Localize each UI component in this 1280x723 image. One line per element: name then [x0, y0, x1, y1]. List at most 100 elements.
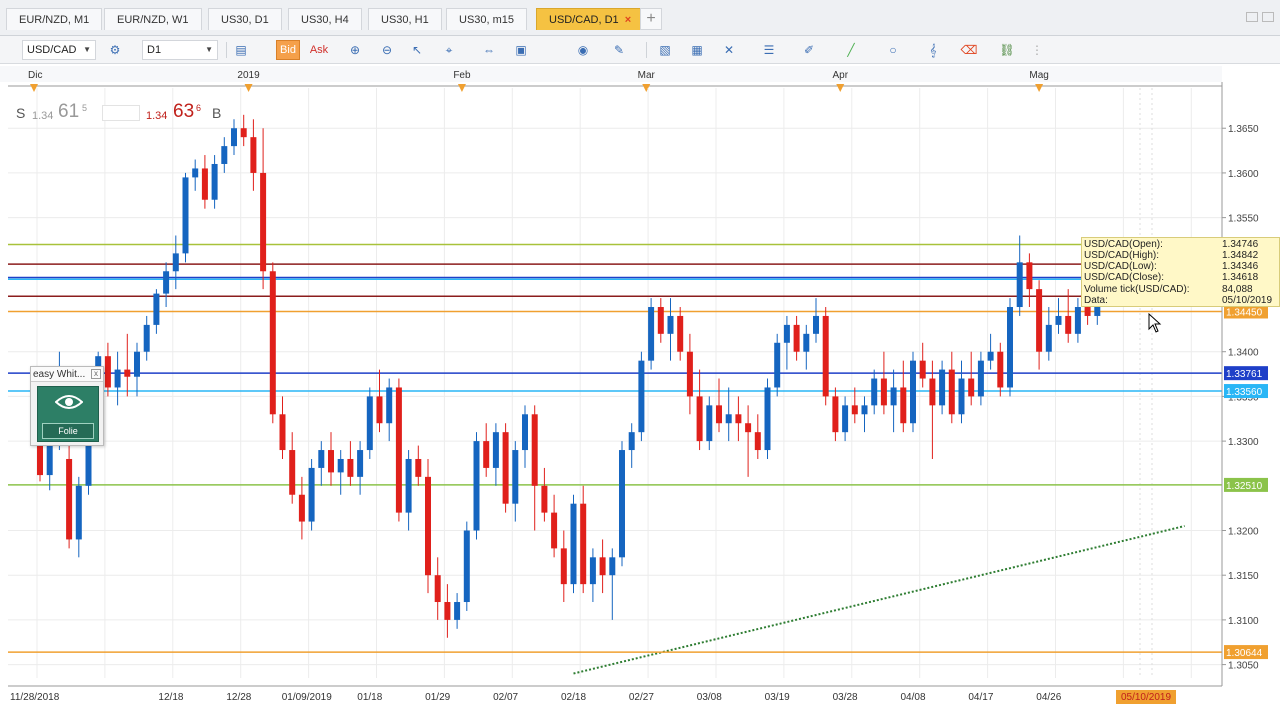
- crosshair-icon[interactable]: ⌖: [438, 40, 460, 60]
- candle-body: [454, 602, 461, 620]
- symbol-value: USD/CAD: [27, 44, 77, 56]
- maximize-window-icon[interactable]: [1262, 12, 1274, 22]
- candle-body: [560, 548, 567, 585]
- candle-body: [337, 458, 344, 473]
- indicators-icon[interactable]: ▦: [686, 40, 708, 60]
- sell-letter[interactable]: S: [16, 105, 25, 121]
- candle-body: [1084, 307, 1091, 316]
- candle-body: [279, 414, 286, 451]
- candle-body: [638, 360, 645, 433]
- price-tick-label: 1.3550: [1228, 214, 1259, 225]
- bottom-axis-label: 11/28/2018: [10, 692, 60, 703]
- tab-us30-h1[interactable]: US30, H1: [368, 8, 442, 30]
- period-separator-icon[interactable]: ⇔: [478, 40, 500, 60]
- candle-body: [1074, 307, 1081, 334]
- price-tick-label: 1.3200: [1228, 527, 1259, 538]
- close-tab-icon[interactable]: ×: [625, 14, 631, 26]
- trendline-icon[interactable]: ╱: [840, 40, 862, 60]
- close-icon[interactable]: x: [91, 369, 101, 379]
- eye-icon: [55, 395, 83, 409]
- candle-body: [706, 405, 713, 442]
- minimize-window-icon[interactable]: [1246, 12, 1258, 22]
- candle-body: [735, 414, 742, 424]
- chart-style-icon[interactable]: ▤: [230, 40, 252, 60]
- eraser-icon[interactable]: ⌫: [958, 40, 980, 60]
- tab-eurnzd-w1[interactable]: EUR/NZD, W1: [104, 8, 202, 30]
- candle-body: [968, 378, 975, 397]
- zoom-in-icon[interactable]: ⊕: [344, 40, 366, 60]
- candle-body: [599, 557, 606, 576]
- candle-body: [405, 458, 412, 513]
- widget-body: Folie: [37, 386, 99, 442]
- amount-field[interactable]: [102, 105, 140, 121]
- fibonacci-icon[interactable]: 𝄞: [922, 40, 944, 60]
- candle-body: [842, 405, 849, 433]
- more-icon[interactable]: ⋮: [1026, 40, 1048, 60]
- lines-icon[interactable]: ☰: [758, 40, 780, 60]
- tooltip-value: 1.34346: [1222, 261, 1259, 272]
- candle-body: [890, 387, 897, 406]
- candle-body: [696, 396, 703, 442]
- folie-button[interactable]: Folie: [42, 423, 94, 439]
- tab-us30-h4[interactable]: US30, H4: [288, 8, 362, 30]
- drawing-icon[interactable]: ✐: [798, 40, 820, 60]
- candle-body: [260, 172, 267, 272]
- price-chart[interactable]: Dic 2019 Feb Mar Apr Mag 1.3650 1.3600 1.3550 1.3…: [0, 66, 1280, 720]
- candle-body: [589, 557, 596, 585]
- chart-type-icon[interactable]: ⚙: [104, 40, 126, 60]
- candle-body: [250, 137, 257, 173]
- candle-body: [1055, 315, 1062, 325]
- bottom-axis-label: 03/08: [697, 692, 722, 703]
- candle-body: [783, 324, 790, 343]
- pencil-icon[interactable]: ✎: [608, 40, 630, 60]
- candle-body: [308, 467, 315, 522]
- candle-body: [648, 307, 655, 361]
- top-axis-label: Apr: [832, 70, 848, 81]
- buy-letter[interactable]: B: [212, 105, 221, 121]
- candle-body: [386, 387, 393, 424]
- sell-big[interactable]: 61: [58, 101, 79, 123]
- tab-us30-d1[interactable]: US30, D1: [208, 8, 282, 30]
- bottom-axis-label: 03/19: [765, 692, 790, 703]
- candle-body: [473, 441, 480, 531]
- tab-us30-m15[interactable]: US30, m15: [446, 8, 528, 30]
- candle-body: [609, 557, 616, 576]
- buy-big[interactable]: 63: [173, 101, 194, 123]
- bottom-axis-label: 12/28: [226, 692, 251, 703]
- tooltip-label: USD/CAD(High):: [1084, 250, 1160, 261]
- price-tick-label: 1.3400: [1228, 348, 1259, 359]
- separator: [226, 42, 227, 58]
- link-icon[interactable]: ⛓: [996, 40, 1018, 60]
- add-tab-button[interactable]: +: [640, 8, 662, 30]
- candle-body: [939, 369, 946, 406]
- screenshot-icon[interactable]: ▧: [654, 40, 676, 60]
- candle-body: [182, 177, 189, 254]
- timeframe-select[interactable]: D1 ▼: [142, 40, 218, 60]
- candle-body: [851, 405, 858, 415]
- ask-button[interactable]: Ask: [308, 40, 330, 60]
- zoom-out-icon[interactable]: ⊖: [376, 40, 398, 60]
- shape-icon[interactable]: ○: [882, 40, 904, 60]
- symbol-select[interactable]: USD/CAD ▼: [22, 40, 96, 60]
- candle-body: [376, 396, 383, 424]
- bottom-axis-label: 12/18: [158, 692, 183, 703]
- chevron-down-icon: ▼: [83, 45, 91, 54]
- easy-whitelabel-widget: easy Whit... x Folie: [30, 366, 104, 446]
- globe-icon[interactable]: ◉: [572, 40, 594, 60]
- candle-body: [298, 494, 305, 522]
- candle-body: [66, 458, 73, 540]
- candle-body: [1007, 307, 1013, 388]
- bottom-axis-label: 02/18: [561, 692, 586, 703]
- candle-body: [240, 128, 247, 138]
- tab-eurnzd-m1[interactable]: EUR/NZD, M1: [6, 8, 103, 30]
- tools-icon[interactable]: ✕: [718, 40, 740, 60]
- tab-usdcad-d1[interactable]: USD/CAD, D1 ×: [536, 8, 645, 30]
- chart-svg[interactable]: Dic 2019 Feb Mar Apr Mag 1.3650 1.3600 1.3550 1.3…: [0, 66, 1280, 720]
- template-icon[interactable]: ▣: [510, 40, 532, 60]
- cursor-icon[interactable]: ↖: [406, 40, 428, 60]
- candle-body: [832, 396, 839, 433]
- bid-button[interactable]: Bid: [276, 40, 300, 60]
- candle-body: [366, 396, 373, 451]
- bottom-axis-label: 01/18: [357, 692, 382, 703]
- price-level-label: 1.34450: [1226, 307, 1263, 318]
